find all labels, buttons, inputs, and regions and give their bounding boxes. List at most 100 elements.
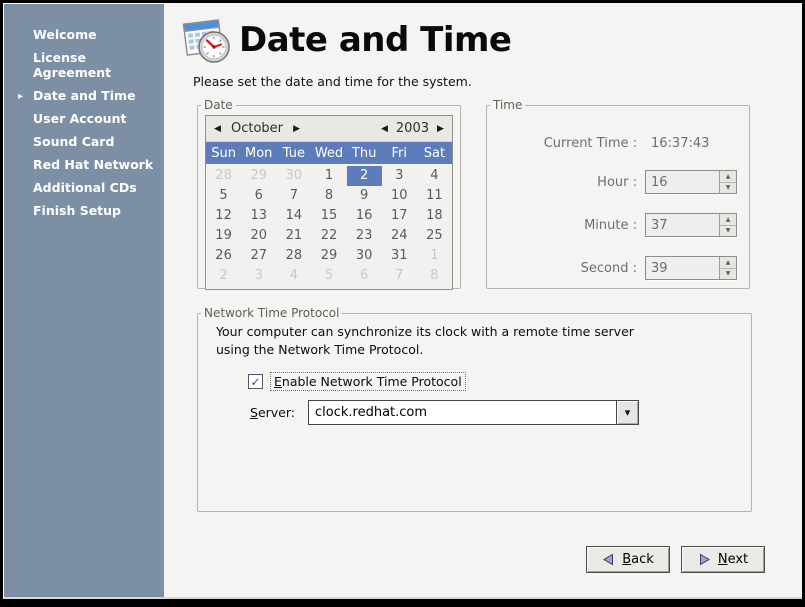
time-group: Time Current Time : 16:37:43 Hour :16▲▼M…: [486, 98, 750, 289]
calendar-day[interactable]: 3: [241, 266, 276, 286]
time-spinner-row: Minute :37▲▼: [487, 213, 749, 237]
calendar-day[interactable]: 20: [241, 226, 276, 246]
calendar-day[interactable]: 7: [276, 186, 311, 206]
calendar-day[interactable]: 4: [276, 266, 311, 286]
spinner-value[interactable]: 39: [646, 257, 719, 279]
setup-wizard-window: Welcome License Agreement▸Date and Time Us…: [0, 0, 805, 607]
sidebar-item-label: Additional CDs: [33, 180, 137, 195]
calendar-day[interactable]: 15: [311, 206, 346, 226]
calendar-day-header: Fri: [382, 146, 417, 161]
calendar-day[interactable]: 14: [276, 206, 311, 226]
calendar-day[interactable]: 5: [206, 186, 241, 206]
prev-year-icon[interactable]: ◀: [378, 124, 391, 134]
calendar-day-header: Thu: [347, 146, 382, 161]
calendar-month-label: October: [231, 121, 283, 136]
ntp-checkbox-label[interactable]: Enable Network Time Protocol: [270, 372, 466, 391]
calendar-day[interactable]: 29: [241, 166, 276, 186]
calendar-day[interactable]: 31: [382, 246, 417, 266]
ntp-checkbox-row: ✓ Enable Network Time Protocol: [248, 372, 751, 391]
next-button[interactable]: Next: [681, 546, 765, 573]
calendar-day[interactable]: 22: [311, 226, 346, 246]
calendar-day[interactable]: 4: [417, 166, 452, 186]
calendar-day[interactable]: 3: [382, 166, 417, 186]
calendar-day[interactable]: 19: [206, 226, 241, 246]
calendar-year-label: 2003: [396, 121, 429, 136]
sidebar-item-date-and-time[interactable]: ▸Date and Time: [4, 84, 164, 107]
spinner-value[interactable]: 37: [646, 214, 719, 236]
sidebar-item-label: Date and Time: [33, 88, 136, 103]
current-time-row: Current Time : 16:37:43: [487, 136, 749, 151]
calendar-day[interactable]: 25: [417, 226, 452, 246]
calendar-day[interactable]: 30: [276, 166, 311, 186]
calendar-day[interactable]: 8: [417, 266, 452, 286]
calendar-day[interactable]: 6: [347, 266, 382, 286]
spinner-label: Second :: [487, 261, 637, 276]
calendar-day[interactable]: 2: [206, 266, 241, 286]
calendar-day[interactable]: 12: [206, 206, 241, 226]
sidebar-item-finish-setup[interactable]: Finish Setup: [4, 199, 164, 222]
calendar-day[interactable]: 6: [241, 186, 276, 206]
spinner-minute[interactable]: 37▲▼: [645, 213, 737, 237]
calendar-day[interactable]: 17: [382, 206, 417, 226]
calendar-day-selected[interactable]: 2: [347, 166, 382, 186]
spinner-down-icon[interactable]: ▼: [720, 183, 736, 194]
back-button-label: Back: [622, 552, 654, 567]
server-combobox-value[interactable]: clock.redhat.com: [308, 400, 617, 425]
spinner-up-icon[interactable]: ▲: [720, 214, 736, 226]
calendar-day[interactable]: 16: [347, 206, 382, 226]
back-button[interactable]: Back: [586, 546, 670, 573]
spinner-second[interactable]: 39▲▼: [645, 256, 737, 280]
calendar-day[interactable]: 10: [382, 186, 417, 206]
calendar-day[interactable]: 24: [382, 226, 417, 246]
sidebar-item-label: User Account: [33, 111, 126, 126]
calendar-day[interactable]: 26: [206, 246, 241, 266]
current-time-label: Current Time :: [487, 136, 637, 151]
sidebar-item-additional-cds[interactable]: Additional CDs: [4, 176, 164, 199]
spinner-up-icon[interactable]: ▲: [720, 257, 736, 269]
sidebar-item-label: Welcome: [33, 27, 97, 42]
calendar-day[interactable]: 30: [347, 246, 382, 266]
calendar-day[interactable]: 7: [382, 266, 417, 286]
date-time-row: Date ◀ October ▶ ◀ 2003 ▶ SunMonTueWedTh…: [197, 98, 802, 289]
spinner-buttons: ▲▼: [719, 171, 736, 193]
calendar-day[interactable]: 5: [311, 266, 346, 286]
calendar-day[interactable]: 29: [311, 246, 346, 266]
calendar-day[interactable]: 11: [417, 186, 452, 206]
calendar-day[interactable]: 1: [417, 246, 452, 266]
spinner-value[interactable]: 16: [646, 171, 719, 193]
calendar-header: ◀ October ▶ ◀ 2003 ▶: [206, 116, 452, 142]
spinner-up-icon[interactable]: ▲: [720, 171, 736, 183]
calendar-day[interactable]: 18: [417, 206, 452, 226]
prev-month-icon[interactable]: ◀: [211, 124, 224, 134]
server-label: Server:: [250, 405, 308, 420]
calendar-day[interactable]: 28: [276, 246, 311, 266]
calendar-day[interactable]: 9: [347, 186, 382, 206]
next-month-icon[interactable]: ▶: [290, 124, 303, 134]
sidebar-item-label: Finish Setup: [33, 203, 121, 218]
spinner-hour[interactable]: 16▲▼: [645, 170, 737, 194]
spinner-down-icon[interactable]: ▼: [720, 226, 736, 237]
ntp-checkbox[interactable]: ✓: [248, 374, 263, 389]
sidebar-item-user-account[interactable]: User Account: [4, 107, 164, 130]
time-group-legend: Time: [490, 98, 525, 112]
calendar-widget: ◀ October ▶ ◀ 2003 ▶ SunMonTueWedThuFriS…: [205, 115, 453, 290]
calendar-clock-icon: [179, 13, 233, 67]
calendar-day[interactable]: 27: [241, 246, 276, 266]
combo-dropdown-icon[interactable]: ▾: [617, 400, 639, 425]
sidebar-item-welcome[interactable]: Welcome: [4, 23, 164, 46]
spinner-down-icon[interactable]: ▼: [720, 269, 736, 280]
calendar-day[interactable]: 1: [311, 166, 346, 186]
calendar-day[interactable]: 13: [241, 206, 276, 226]
calendar-day-header: Wed: [311, 146, 346, 161]
sidebar-item-red-hat-network[interactable]: Red Hat Network: [4, 153, 164, 176]
calendar-day[interactable]: 8: [311, 186, 346, 206]
server-combobox: clock.redhat.com ▾: [308, 400, 639, 425]
calendar-day[interactable]: 28: [206, 166, 241, 186]
calendar-day[interactable]: 21: [276, 226, 311, 246]
sidebar-item-license-agreement[interactable]: License Agreement: [4, 46, 164, 84]
next-year-icon[interactable]: ▶: [434, 124, 447, 134]
sidebar-item-sound-card[interactable]: Sound Card: [4, 130, 164, 153]
calendar-day[interactable]: 23: [347, 226, 382, 246]
calendar-day-header: Mon: [241, 146, 276, 161]
server-row: Server: clock.redhat.com ▾: [250, 400, 751, 425]
